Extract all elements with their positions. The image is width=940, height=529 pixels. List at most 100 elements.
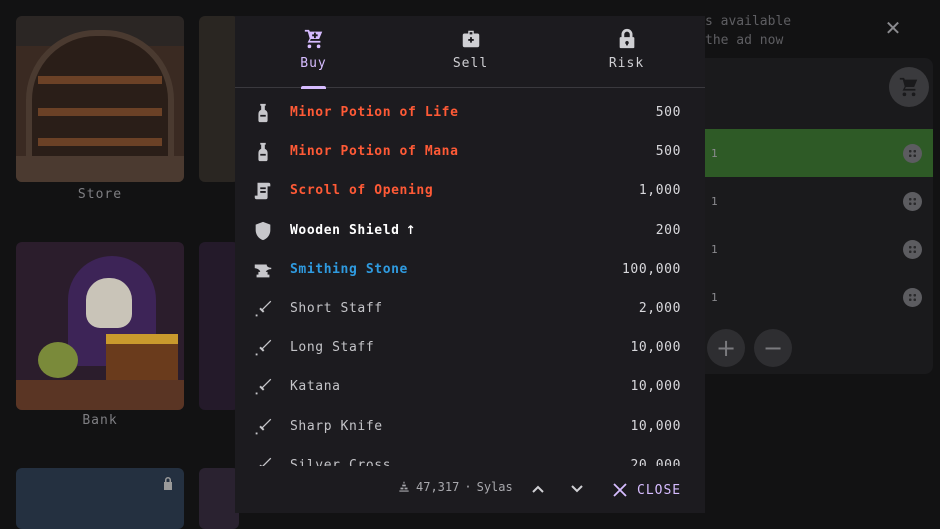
gold-pile-icon <box>399 481 409 492</box>
item-name: Scroll of Opening <box>290 183 434 199</box>
item-price: 500 <box>655 105 681 120</box>
item-list[interactable]: Minor Potion of Life 500 Minor Potion of M… <box>235 94 705 466</box>
item-name: Sharp Knife <box>290 418 383 434</box>
shop-item-row[interactable]: Minor Potion of Life 500 <box>235 94 705 133</box>
lock-icon <box>616 28 638 50</box>
bank-floor <box>16 380 184 410</box>
tab-label: Sell <box>452 56 489 71</box>
close-icon[interactable]: ✕ <box>883 18 903 38</box>
reaper-skull <box>86 278 132 328</box>
shop-item-row[interactable]: Wooden Shield ↑ 200 <box>235 212 705 251</box>
sword-icon <box>252 416 274 438</box>
item-price: 20,000 <box>630 457 681 466</box>
item-price: 100,000 <box>622 261 681 277</box>
store-arch <box>26 30 174 170</box>
sword-icon <box>252 337 274 359</box>
item-price: 2,000 <box>638 301 681 316</box>
cart-row-qty: 1 <box>711 195 718 208</box>
status-readout: 47,317 · Sylas <box>397 480 513 494</box>
cart-icon <box>899 77 918 97</box>
increase-button[interactable]: + <box>707 329 745 367</box>
scroll-down-button[interactable] <box>564 476 590 502</box>
item-name: Short Staff <box>290 301 383 316</box>
drag-handle-icon[interactable] <box>903 192 922 211</box>
item-price: 10,000 <box>630 418 681 434</box>
item-name: Wooden Shield ↑ <box>290 222 417 238</box>
shop-item-row[interactable]: Minor Potion of Mana 500 <box>235 133 705 172</box>
close-icon <box>613 483 627 497</box>
sword-icon <box>252 455 274 466</box>
shop-item-row[interactable]: Silver Cross 20,000 <box>235 447 705 466</box>
upgrade-arrow-icon: ↑ <box>405 222 417 237</box>
item-name: Long Staff <box>290 340 375 356</box>
item-name: Minor Potion of Mana <box>290 144 459 160</box>
drag-handle-icon[interactable] <box>903 288 922 307</box>
bank-tile[interactable] <box>16 242 184 410</box>
sword-icon <box>252 376 274 398</box>
ad-text-line: s available <box>705 14 792 29</box>
tab-sell[interactable]: Sell <box>392 16 549 88</box>
tab-buy[interactable]: Buy <box>235 16 392 89</box>
store-floor <box>16 156 184 182</box>
cart-row[interactable]: 1 <box>705 177 933 225</box>
store-shelf <box>38 138 162 146</box>
cart-row-qty: 1 <box>711 243 718 256</box>
item-name: Smithing Stone <box>290 261 408 277</box>
tab-risk[interactable]: Risk <box>548 16 705 88</box>
close-button[interactable]: CLOSE <box>613 477 681 503</box>
item-price: 200 <box>655 222 681 238</box>
shop-item-row[interactable]: Sharp Knife 10,000 <box>235 408 705 447</box>
potion-icon <box>252 102 274 124</box>
shop-item-row[interactable]: Katana 10,000 <box>235 368 705 407</box>
shop-item-row[interactable]: Short Staff 2,000 <box>235 290 705 329</box>
chevron-down-icon <box>571 485 583 493</box>
item-price: 1,000 <box>638 183 681 199</box>
separator: · <box>464 480 472 494</box>
store-shelf <box>38 108 162 116</box>
shop-item-row[interactable]: Smithing Stone 100,000 <box>235 251 705 290</box>
ad-message: s available the ad now <box>705 12 791 50</box>
shop-item-row[interactable]: Scroll of Opening 1,000 <box>235 172 705 211</box>
chevron-up-icon <box>532 485 544 493</box>
shop-dialog: Buy Sell Risk Minor Potion of Life 500 Min… <box>235 16 705 513</box>
sword-icon <box>252 298 274 320</box>
tab-label: Buy <box>300 56 327 71</box>
store-tile[interactable] <box>16 16 184 182</box>
cart-icon <box>303 28 325 50</box>
cart-row[interactable]: 1 <box>705 225 933 273</box>
bank-tile-label: Bank <box>82 413 118 428</box>
cart-row[interactable]: 1 <box>705 273 933 321</box>
cart-row-qty: 1 <box>711 291 718 304</box>
drag-handle-icon[interactable] <box>903 144 922 163</box>
cart-row[interactable]: 1 <box>705 129 933 177</box>
location-tile-partial[interactable] <box>199 242 239 410</box>
store-shelf <box>38 76 162 84</box>
item-price: 10,000 <box>630 340 681 356</box>
cart-button[interactable] <box>889 67 929 107</box>
location-tile-partial[interactable] <box>199 16 239 182</box>
shield-icon <box>252 220 274 242</box>
decrease-button[interactable]: − <box>754 329 792 367</box>
shop-footer: 47,317 · Sylas CLOSE <box>235 471 705 513</box>
sell-icon <box>460 28 482 50</box>
tab-label: Risk <box>608 56 645 71</box>
store-tile-label: Store <box>77 187 123 202</box>
close-label: CLOSE <box>637 482 682 498</box>
anvil-icon <box>252 259 274 281</box>
gold-amount: 47,317 <box>416 480 460 494</box>
shop-tabs: Buy Sell Risk <box>235 16 705 89</box>
locked-location-tile[interactable] <box>16 468 184 529</box>
green-skull <box>38 342 78 378</box>
shop-item-row[interactable]: Long Staff 10,000 <box>235 329 705 368</box>
item-name: Silver Cross <box>290 457 392 466</box>
cart-row-qty: 1 <box>711 147 718 160</box>
treasure-chest <box>106 334 178 386</box>
drag-handle-icon[interactable] <box>903 240 922 259</box>
item-price: 10,000 <box>630 379 681 395</box>
scroll-icon <box>252 180 274 202</box>
active-tab-indicator <box>301 86 326 89</box>
merchant-name: Sylas <box>476 480 513 494</box>
scroll-up-button[interactable] <box>525 476 551 502</box>
item-name: Minor Potion of Life <box>290 105 459 120</box>
location-tile-partial[interactable] <box>199 468 239 529</box>
